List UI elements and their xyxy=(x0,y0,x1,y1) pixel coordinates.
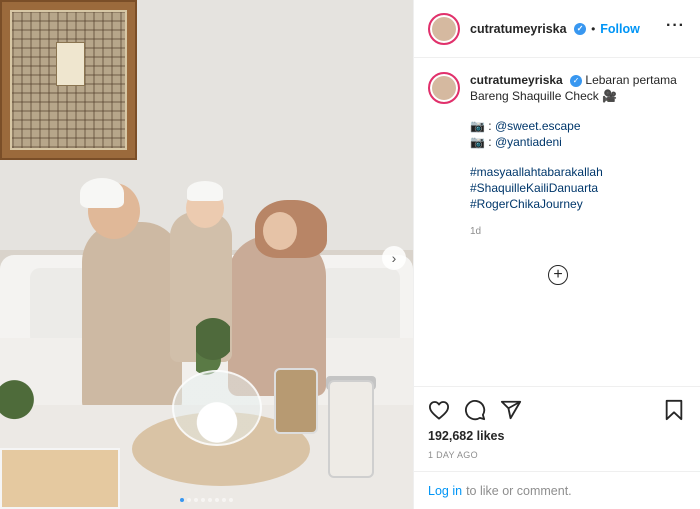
likes-count[interactable]: 192,682 likes xyxy=(428,429,504,443)
credit-1-prefix: 📷 : xyxy=(470,119,492,133)
bookmark-icon[interactable] xyxy=(663,399,685,421)
credit-1-tag[interactable]: @sweet.escape xyxy=(495,119,581,133)
avatar[interactable] xyxy=(428,12,460,45)
father-figure xyxy=(82,222,182,412)
posted-ago[interactable]: 1 DAY AGO xyxy=(428,450,478,460)
share-icon[interactable] xyxy=(500,399,522,421)
carousel-dot xyxy=(180,498,184,502)
wall-frame xyxy=(0,0,137,160)
credit-2-prefix: 📷 : xyxy=(470,135,492,149)
header-separator: • xyxy=(591,21,596,36)
carousel-dots xyxy=(0,498,413,502)
carousel-dot xyxy=(215,498,219,502)
caption-avatar[interactable] xyxy=(428,72,460,104)
verified-badge-icon: ✓ xyxy=(570,74,583,87)
caption-line-2: Bareng Shaquille Check 🎥 xyxy=(470,89,618,103)
login-prompt: Log in to like or comment. xyxy=(414,471,700,509)
carousel-dot xyxy=(194,498,198,502)
post-header: cutratumeyriska ✓ • Follow ··· xyxy=(414,0,700,58)
cookie-jar-tall xyxy=(328,380,374,478)
caption-username[interactable]: cutratumeyriska xyxy=(470,73,563,87)
caption: cutratumeyriska ✓ Lebaran pertama Bareng… xyxy=(470,72,694,240)
caption-time[interactable]: 1d xyxy=(470,224,694,240)
chevron-right-icon: › xyxy=(391,250,397,266)
carousel-dot xyxy=(222,498,226,502)
cookie-jar-small xyxy=(274,368,318,434)
left-plant xyxy=(0,366,36,450)
carousel-dot xyxy=(201,498,205,502)
credit-2-tag[interactable]: @yantiadeni xyxy=(495,135,562,149)
post-photo[interactable]: › xyxy=(0,0,413,509)
follow-button[interactable]: Follow xyxy=(600,22,640,36)
comment-icon[interactable] xyxy=(464,399,486,421)
load-more-comments-button[interactable]: + xyxy=(548,265,568,285)
hashtag-3[interactable]: #RogerChikaJourney xyxy=(470,196,694,212)
hashtag-2[interactable]: #ShaquilleKailiDanuarta xyxy=(470,180,694,196)
more-options-icon[interactable]: ··· xyxy=(666,17,685,35)
carousel-next-button[interactable]: › xyxy=(382,246,406,270)
caption-line-1: Lebaran pertama xyxy=(585,73,677,87)
verified-badge-icon: ✓ xyxy=(574,23,587,36)
carousel-dot xyxy=(208,498,212,502)
glass-terrarium xyxy=(172,370,262,446)
header-username[interactable]: cutratumeyriska ✓ xyxy=(470,22,587,36)
login-prompt-text: to like or comment. xyxy=(466,484,572,498)
carousel-dot xyxy=(229,498,233,502)
heart-icon[interactable] xyxy=(428,399,450,421)
caption-block: cutratumeyriska ✓ Lebaran pertama Bareng… xyxy=(414,72,700,240)
login-link[interactable]: Log in xyxy=(428,484,462,498)
plus-icon: + xyxy=(553,266,563,283)
post-panel: cutratumeyriska ✓ • Follow ··· cutratume… xyxy=(413,0,700,509)
carousel-dot xyxy=(187,498,191,502)
hashtag-1[interactable]: #masyaallahtabarakallah xyxy=(470,164,694,180)
post-actions: 192,682 likes 1 DAY AGO Log in to like o… xyxy=(414,386,700,509)
